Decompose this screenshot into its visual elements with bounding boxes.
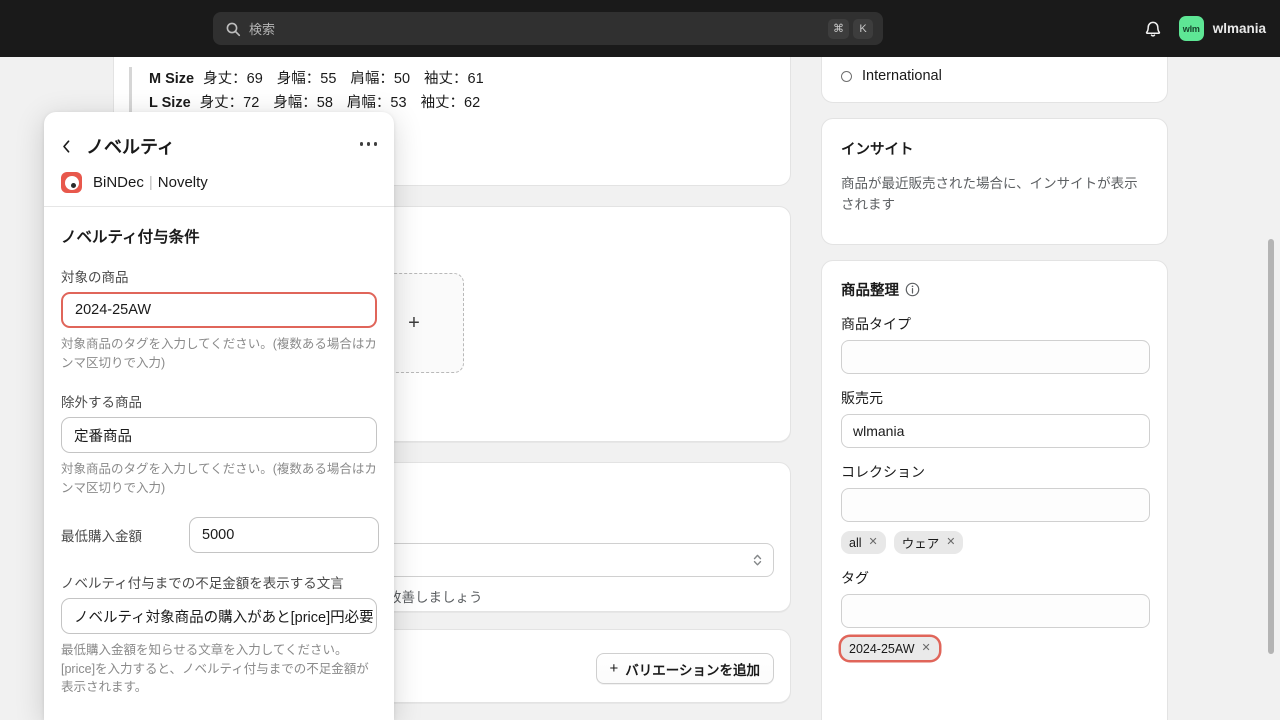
size-row-m-cell-1: 身幅：55 [276,71,337,87]
tag-chip[interactable]: 2024-25AW ✕ [841,637,939,660]
product-type-label: 商品タイプ [841,316,911,332]
panel-header-title-row: ノベルティ [61,133,377,159]
target-products-label: 対象の商品 [61,270,129,285]
panel-header: ノベルティ BiNDec | Novelty [44,112,394,207]
panel-title: ノベルティ [86,137,175,157]
app-name-right: Novelty [157,174,208,191]
target-products-value: 2024-25AW [75,302,152,318]
size-row-m-label: M Size [149,71,195,87]
top-bar: 検索 ⌘ K wlm wlmania [0,0,1280,57]
radio-icon[interactable] [841,70,852,82]
shortfall-message-input[interactable]: ノベルティ対象商品の購入があと[price]円必要 [61,598,377,634]
size-row-m-cell-2: 肩幅：50 [350,71,411,87]
organization-card: 商品整理 商品タイプ 販売元 wlmania コレクション all ✕ ウェア … [821,260,1168,720]
shortfall-message-value: ノベルティ対象商品の購入があと[price]円必要 [74,609,374,626]
collections-chip-list: all ✕ ウェア ✕ [841,531,1148,554]
size-row-m-cell-0: 身丈：69 [203,71,263,87]
size-row-l-cell-3: 袖丈：62 [420,95,481,111]
section-title: ノベルティ付与条件 [61,229,200,246]
search-placeholder-text: 検索 [249,22,276,37]
search-shortcut: ⌘ K [828,18,873,39]
shortfall-message-help: 最低購入金額を知らせる文章を入力してください。[price]を入力すると、ノベル… [61,643,369,694]
insight-title: インサイト [841,142,914,158]
plus-icon: + [408,311,420,334]
size-row-l-cell-0: 身丈：72 [199,95,260,111]
excluded-products-help: 対象商品のタグを入力してください。(複数ある場合はカンマ区切りで入力) [61,462,377,495]
ellipsis-icon[interactable] [359,135,377,153]
collection-chip-label: all [849,535,862,550]
tags-chip-list: 2024-25AW ✕ [841,637,1148,660]
radio-international[interactable]: International [841,68,942,84]
min-purchase-input[interactable]: 5000 [189,517,379,553]
organization-title: 商品整理 [841,283,899,299]
excluded-products-value: 定番商品 [74,428,132,445]
user-menu[interactable]: wlm wlmania [1178,16,1266,41]
collection-chip-label: ウェア [901,537,940,551]
target-products-input[interactable]: 2024-25AW [61,292,377,328]
insight-card: インサイト 商品が最近販売された場合に、インサイトが表示されます [821,118,1168,245]
min-purchase-value: 5000 [202,527,235,543]
kbd-k: K [853,18,873,39]
chevron-left-icon[interactable] [61,139,72,154]
vendor-input[interactable]: wlmania [841,414,1150,448]
app-logo-icon [61,172,82,193]
top-bar-right: wlm wlmania [1143,0,1266,57]
app-root: 検索 ⌘ K wlm wlmania M Size 身丈：69 身幅：55 肩幅… [0,0,1280,720]
product-type-input[interactable] [841,340,1150,374]
panel-app-row: BiNDec | Novelty [61,172,377,193]
app-name-separator: | [148,174,153,191]
close-icon[interactable]: ✕ [946,537,955,548]
panel-body: ノベルティ付与条件 対象の商品 2024-25AW 対象商品のタグを入力してくだ… [44,207,394,697]
close-icon[interactable]: ✕ [922,643,931,654]
shortfall-message-label: ノベルティ付与までの不足金額を表示する文言 [61,576,344,591]
excluded-products-label: 除外する商品 [61,395,142,410]
collections-label: コレクション [841,464,925,480]
size-row-l-label: L Size [149,95,191,111]
radio-international-label: International [862,68,942,84]
add-variant-button[interactable]: + バリエーションを追加 [595,653,774,684]
kbd-cmd: ⌘ [828,18,849,39]
tags-label: タグ [841,570,869,586]
collections-input[interactable] [841,488,1150,522]
tag-chip-label: 2024-25AW [849,641,915,656]
size-row-m: M Size 身丈：69 身幅：55 肩幅：50 袖丈：61 [149,67,498,91]
avatar: wlm [1178,16,1204,41]
tags-input[interactable] [841,594,1150,628]
insight-body: 商品が最近販売された場合に、インサイトが表示されます [841,176,1138,212]
size-row-m-cell-3: 袖丈：61 [424,71,484,87]
vendor-value: wlmania [853,423,905,439]
app-name: BiNDec | Novelty [93,174,208,191]
search-input[interactable]: 検索 ⌘ K [213,12,883,45]
size-row-l-cell-1: 身幅：58 [273,95,333,111]
bell-icon[interactable] [1143,19,1163,39]
target-products-help: 対象商品のタグを入力してください。(複数ある場合はカンマ区切りで入力) [61,337,377,370]
page-scrollbar[interactable] [1268,239,1274,654]
size-row-l-cell-2: 肩幅：53 [346,95,407,111]
vendor-label: 販売元 [841,390,883,406]
min-purchase-row: 最低購入金額 5000 [61,517,379,553]
collection-chip[interactable]: ウェア ✕ [893,531,964,554]
chevron-updown-icon [752,552,763,568]
novelty-app-panel: ノベルティ BiNDec | Novelty ノベルティ付与条件 対象の商品 202… [44,112,394,720]
info-icon[interactable] [905,282,920,297]
min-purchase-label: 最低購入金額 [61,529,142,544]
search-icon [225,21,241,37]
app-name-left: BiNDec [93,174,144,191]
user-name: wlmania [1212,21,1266,36]
size-chart: M Size 身丈：69 身幅：55 肩幅：50 袖丈：61 L Size 身丈：72 身幅… [129,67,498,115]
organization-title-row: 商品整理 [841,279,1148,300]
plus-icon: + [609,660,619,677]
add-variant-label: バリエーションを追加 [625,662,760,678]
excluded-products-input[interactable]: 定番商品 [61,417,377,453]
collection-chip[interactable]: all ✕ [841,531,886,554]
close-icon[interactable]: ✕ [869,537,878,548]
